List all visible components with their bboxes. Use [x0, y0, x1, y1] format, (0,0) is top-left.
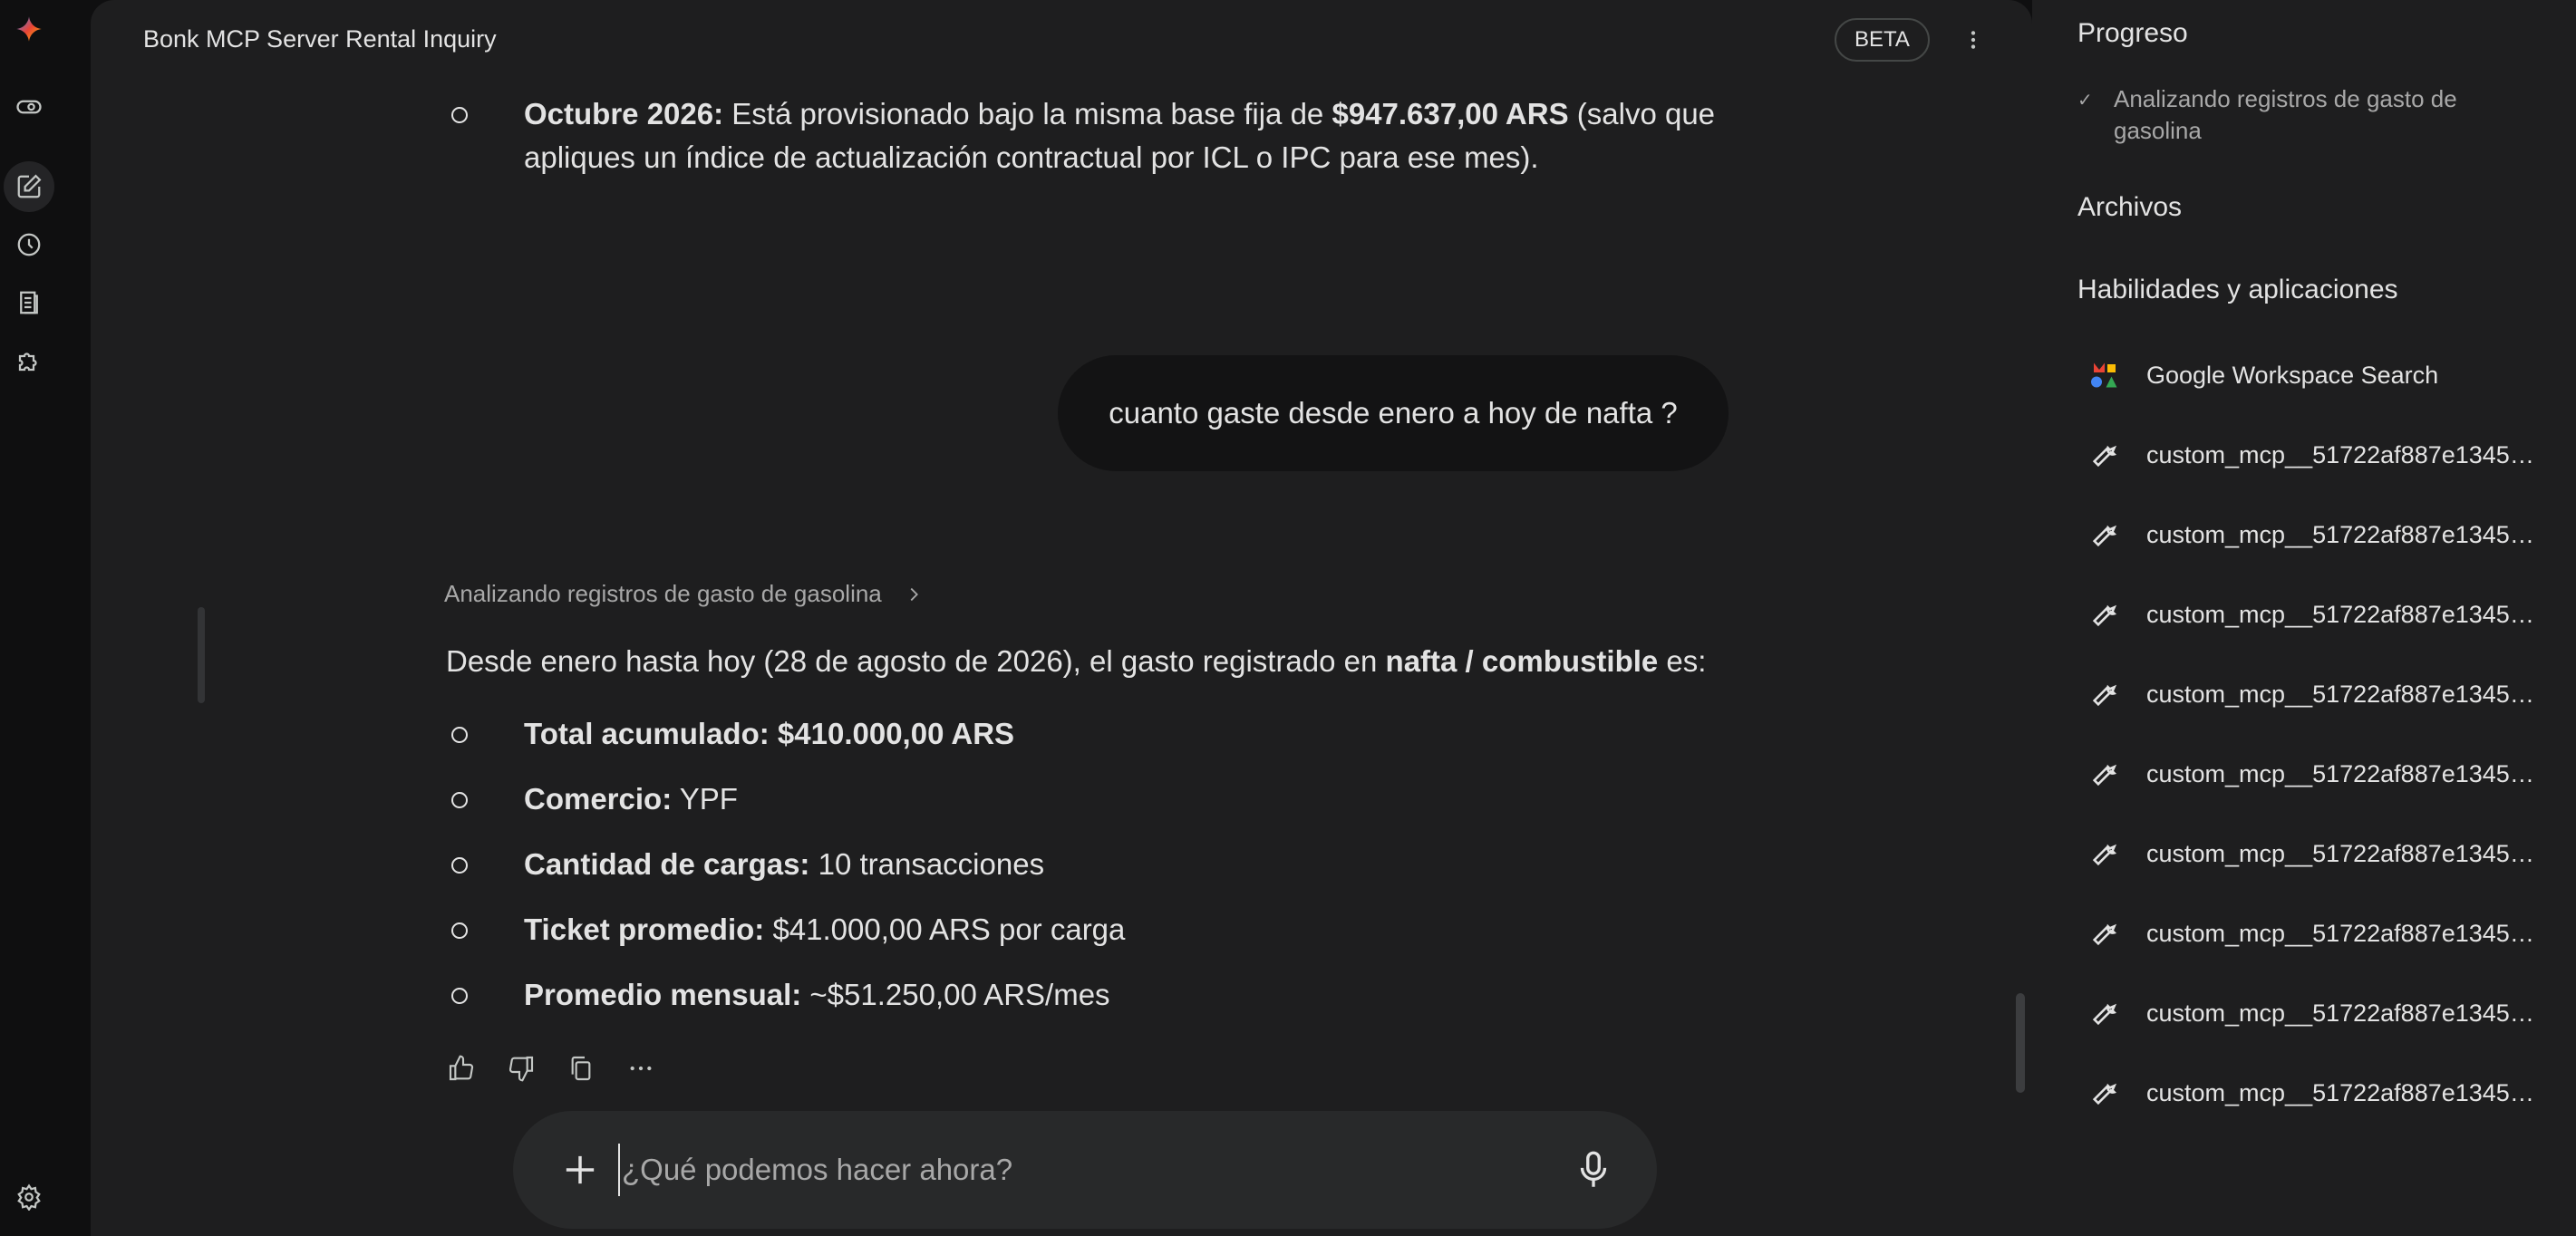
wrench-icon — [2087, 437, 2123, 473]
files-heading: Archivos — [2077, 192, 2183, 222]
user-message: cuanto gaste desde enero a hoy de nafta … — [1058, 355, 1729, 471]
progress-heading: Progreso — [2077, 18, 2188, 48]
resize-handle[interactable] — [198, 607, 205, 703]
app-item-google-workspace[interactable]: Google Workspace Search — [2087, 350, 2567, 401]
app-label: custom_mcp__51722af887e1345c0... — [2146, 999, 2545, 1027]
thinking-label: Analizando registros de gasto de gasolin… — [444, 580, 882, 607]
thumbs-up-icon[interactable] — [444, 1051, 479, 1086]
app-label: custom_mcp__51722af887e1345c0... — [2146, 919, 2545, 947]
chevron-right-icon — [910, 587, 918, 601]
google-workspace-icon — [2087, 357, 2123, 393]
add-icon[interactable] — [557, 1146, 604, 1193]
conversation: Octubre 2026: Está provisionado bajo la … — [91, 0, 2032, 1236]
thinking-toggle[interactable]: Analizando registros de gasto de gasolin… — [444, 580, 924, 608]
copy-icon[interactable] — [564, 1051, 598, 1086]
list-item: Comercio: YPF — [524, 777, 738, 821]
skills-heading: Habilidades y aplicaciones — [2077, 275, 2398, 304]
app-label: custom_mcp__51722af887e1345c0... — [2146, 520, 2545, 548]
app-label: Google Workspace Search — [2146, 361, 2439, 389]
list-bullet — [451, 922, 468, 939]
intro-text: es: — [1658, 644, 1707, 678]
item-label: Cantidad de cargas: — [524, 847, 810, 881]
item-amount: $947.637,00 ARS — [1332, 97, 1569, 130]
app-item-custom-mcp[interactable]: custom_mcp__51722af887e1345c0... — [2087, 589, 2567, 640]
app-label: custom_mcp__51722af887e1345c0... — [2146, 759, 2545, 787]
app-label: custom_mcp__51722af887e1345c0... — [2146, 440, 2545, 468]
item-text: (salvo que — [1568, 97, 1716, 130]
new-chat-icon[interactable] — [4, 161, 54, 212]
list-bullet — [451, 792, 468, 808]
prompt-input[interactable] — [618, 1144, 1470, 1196]
item-label: Octubre 2026: — [524, 97, 724, 130]
app-label: custom_mcp__51722af887e1345c0... — [2146, 600, 2545, 628]
side-panel: Progreso ✓ Analizando registros de gasto… — [2032, 0, 2576, 1236]
progress-item: ✓ Analizando registros de gasto de gasol… — [2077, 83, 2549, 147]
app-item-custom-mcp[interactable]: custom_mcp__51722af887e1345c0... — [2087, 430, 2567, 480]
list-bullet — [451, 857, 468, 874]
composer — [513, 1111, 1657, 1229]
prev-list-item-line2: apliques un índice de actualización cont… — [524, 140, 1539, 174]
app-item-custom-mcp[interactable]: custom_mcp__51722af887e1345c0... — [2087, 748, 2567, 799]
history-icon[interactable] — [13, 228, 45, 261]
progress-item-label: Analizando registros de gasto de gasolin… — [2114, 85, 2457, 144]
prev-list-item: Octubre 2026: Está provisionado bajo la … — [524, 92, 1884, 136]
app-item-custom-mcp[interactable]: custom_mcp__51722af887e1345c0... — [2087, 669, 2567, 719]
item-value: YPF — [672, 782, 738, 816]
list-bullet — [451, 107, 468, 123]
app-label: custom_mcp__51722af887e1345c0... — [2146, 1078, 2545, 1106]
list-item: Cantidad de cargas: 10 transacciones — [524, 843, 1044, 886]
wrench-icon — [2087, 676, 2123, 712]
wrench-icon — [2087, 915, 2123, 951]
app-item-custom-mcp[interactable]: custom_mcp__51722af887e1345c0... — [2087, 509, 2567, 560]
item-label: Total acumulado: — [524, 717, 770, 750]
check-icon: ✓ — [2077, 91, 2093, 111]
intro-text: Desde enero hasta hoy (28 de agosto de 2… — [446, 644, 1386, 678]
item-value: 10 transacciones — [809, 847, 1045, 881]
wrench-icon — [2087, 756, 2123, 792]
wrench-icon — [2087, 517, 2123, 553]
app-item-custom-mcp[interactable]: custom_mcp__51722af887e1345c0... — [2087, 988, 2567, 1038]
thumbs-down-icon[interactable] — [504, 1051, 538, 1086]
item-value: $41.000,00 ARS por carga — [764, 913, 1126, 946]
wrench-icon — [2087, 835, 2123, 872]
app-item-custom-mcp[interactable]: custom_mcp__51722af887e1345c0... — [2087, 1067, 2567, 1118]
item-label: Promedio mensual: — [524, 978, 802, 1011]
wrench-icon — [2087, 1075, 2123, 1111]
app-label: custom_mcp__51722af887e1345c0... — [2146, 680, 2545, 708]
item-value: $410.000,00 ARS — [769, 717, 1015, 750]
puzzle-icon[interactable] — [13, 344, 45, 377]
wrench-icon — [2087, 596, 2123, 632]
settings-icon[interactable] — [13, 1181, 45, 1213]
more-icon[interactable] — [624, 1051, 658, 1086]
item-text: Está provisionado bajo la misma base fij… — [723, 97, 1332, 130]
scrollbar-thumb[interactable] — [2016, 993, 2025, 1093]
response-intro: Desde enero hasta hoy (28 de agosto de 2… — [446, 640, 1896, 683]
item-label: Comercio: — [524, 782, 673, 816]
left-rail — [0, 0, 91, 1236]
chat-panel: Bonk MCP Server Rental Inquiry BETA Octu… — [91, 0, 2032, 1236]
wrench-icon — [2087, 995, 2123, 1031]
item-label: Ticket promedio: — [524, 913, 765, 946]
app-item-custom-mcp[interactable]: custom_mcp__51722af887e1345c0... — [2087, 828, 2567, 879]
intro-bold: nafta / combustible — [1385, 644, 1659, 678]
list-bullet — [451, 988, 468, 1004]
library-icon[interactable] — [13, 286, 45, 319]
microphone-icon[interactable] — [1571, 1147, 1616, 1193]
app-label: custom_mcp__51722af887e1345c0... — [2146, 839, 2545, 867]
list-item: Promedio mensual: ~$51.250,00 ARS/mes — [524, 973, 1110, 1017]
response-actions — [444, 1051, 658, 1086]
app-item-custom-mcp[interactable]: custom_mcp__51722af887e1345c0... — [2087, 908, 2567, 959]
list-item: Ticket promedio: $41.000,00 ARS por carg… — [524, 908, 1125, 951]
toggle-icon[interactable] — [13, 91, 45, 123]
item-value: ~$51.250,00 ARS/mes — [801, 978, 1110, 1011]
list-bullet — [451, 727, 468, 743]
gemini-logo-icon[interactable] — [13, 13, 45, 45]
list-item: Total acumulado: $410.000,00 ARS — [524, 712, 1014, 756]
